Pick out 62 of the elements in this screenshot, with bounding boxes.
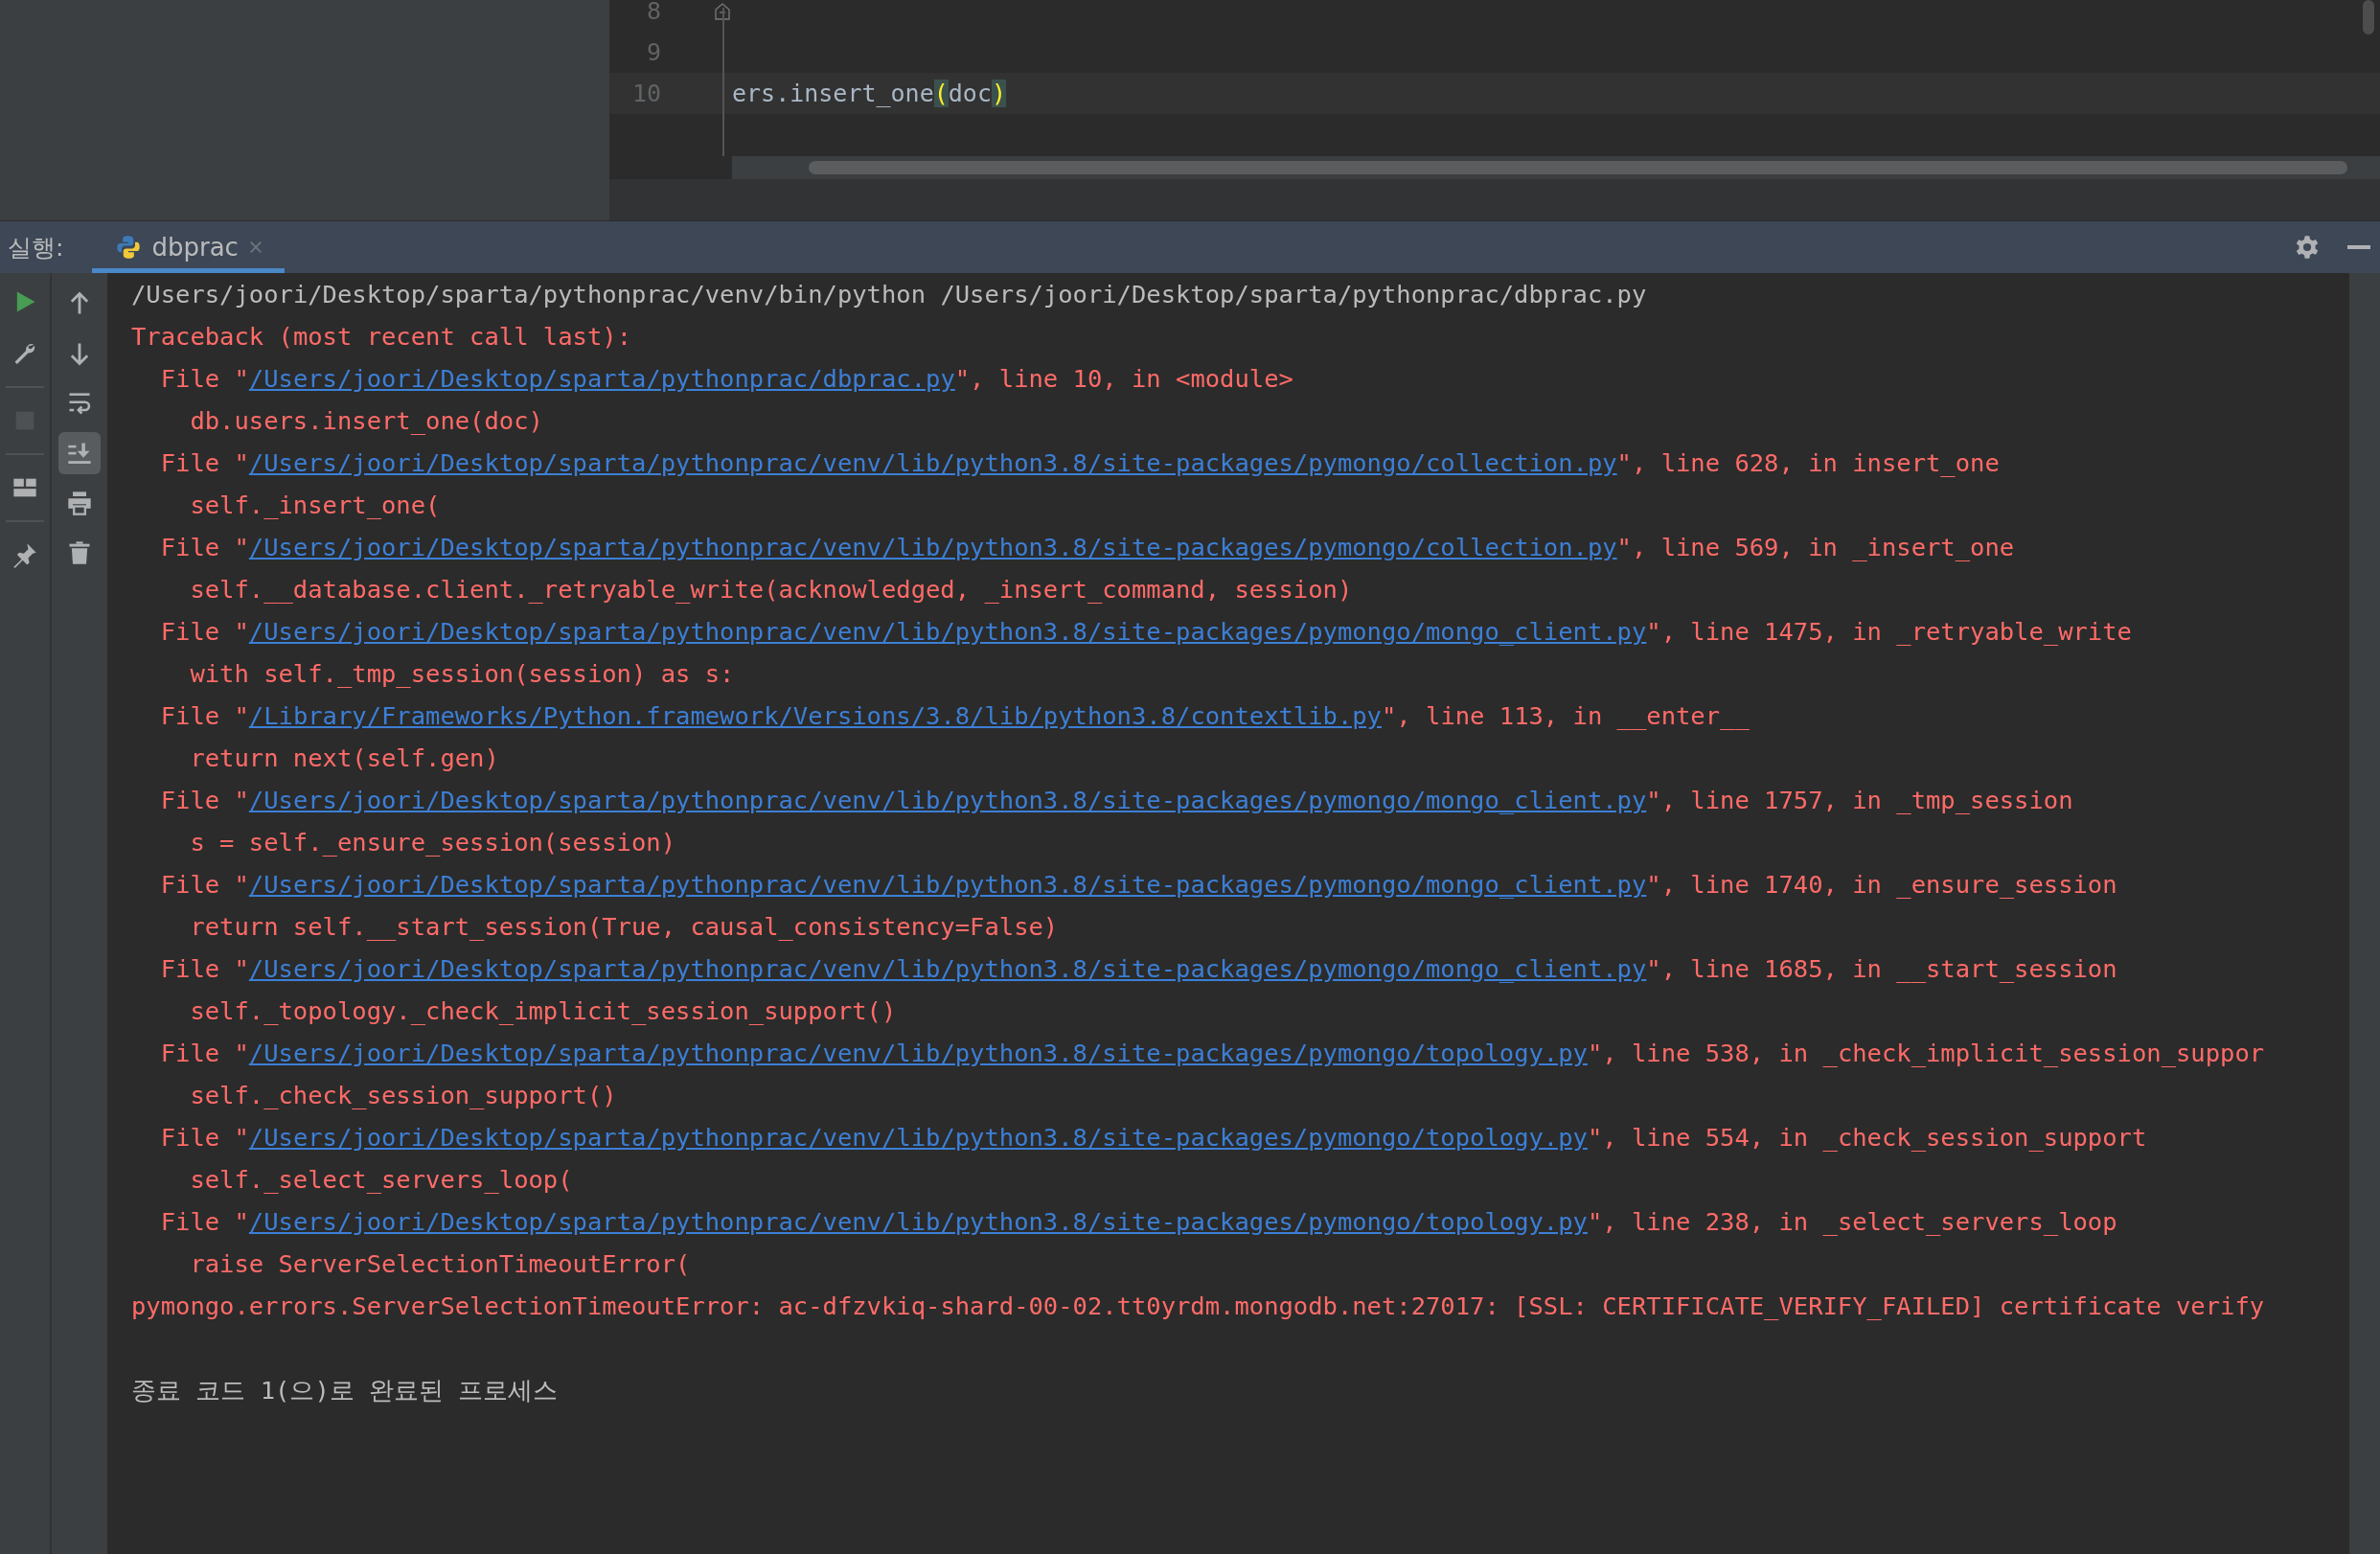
traceback-text: File " [160, 869, 249, 901]
traceback-text: File " [160, 1038, 249, 1069]
minimize-icon[interactable] [2347, 244, 2370, 250]
traceback-text: ", line 538, in _check_implicit_session_suppor [1587, 1038, 2265, 1069]
file-link[interactable]: /Users/joori/Desktop/sparta/pythonprac/venv/lib/python3.8/site-packages/pymongo/collection.py [248, 442, 1617, 484]
source-line: self._check_session_support() [189, 1080, 618, 1111]
traceback-text: ", line 569, in _insert_one [1616, 532, 2015, 563]
traceback-text: File " [160, 1122, 249, 1154]
file-link[interactable]: /Library/Frameworks/Python.framework/Versions/3.8/lib/python3.8/contextlib.py [248, 695, 1382, 737]
source-line: db.users.insert_one(doc) [189, 405, 544, 437]
traceback-text: ", line 10, in <module> [954, 363, 1293, 395]
settings-icon[interactable] [2294, 234, 2321, 261]
source-line: self._insert_one( [189, 490, 442, 521]
traceback-text: File " [160, 363, 249, 395]
source-line: return self.__start_session(True, causal_consistency=False) [189, 911, 1060, 943]
file-link[interactable]: /Users/joori/Desktop/sparta/pythonprac/venv/lib/python3.8/site-packages/pymongo/mongo_client.py [248, 610, 1647, 652]
command-line: /Users/joori/Desktop/sparta/pythonprac/venv/bin/python /Users/joori/Desktop/sparta/pythonprac/dbprac.py [131, 279, 1648, 310]
traceback-text: ", line 1475, in _retryable_write [1646, 616, 2132, 648]
traceback-text: File " [160, 700, 249, 732]
traceback-text: ", line 1757, in _tmp_session [1646, 785, 2073, 816]
python-icon [115, 234, 143, 261]
panel-label: 실행: [8, 232, 64, 263]
file-link[interactable]: /Users/joori/Desktop/sparta/pythonprac/venv/lib/python3.8/site-packages/pymongo/mongo_client.py [248, 863, 1647, 905]
source-line: self._topology._check_implicit_session_support() [189, 995, 898, 1027]
fold-marker-icon[interactable] [715, 2, 730, 20]
traceback-text: File " [160, 1206, 249, 1238]
error-line: Traceback (most recent call last): [131, 321, 632, 353]
source-line: self._select_servers_loop( [189, 1164, 574, 1196]
file-link[interactable]: /Users/joori/Desktop/sparta/pythonprac/venv/lib/python3.8/site-packages/pymongo/topology.py [248, 1032, 1588, 1074]
traceback-text: ", line 238, in _select_servers_loop [1587, 1206, 2117, 1238]
traceback-text: ", line 628, in insert_one [1616, 447, 2000, 479]
horizontal-scrollbar[interactable] [732, 156, 2380, 179]
traceback-text: ", line 1740, in _ensure_session [1646, 869, 2117, 901]
source-line: s = self._ensure_session(session) [189, 827, 677, 858]
vertical-scrollbar[interactable] [2363, 0, 2374, 34]
traceback-text: File " [160, 785, 249, 816]
file-link[interactable]: /Users/joori/Desktop/sparta/pythonprac/dbprac.py [248, 357, 955, 400]
line-number: 8 [645, 0, 661, 25]
code-line: ers.insert_one(doc) [732, 80, 1006, 107]
source-line: self.__database.client._retryable_write(acknowledged, _insert_command, session) [189, 574, 1354, 606]
line-number: 9 [645, 38, 661, 66]
traceback-text: ", line 1685, in __start_session [1646, 953, 2117, 985]
source-line: with self._tmp_session(session) as s: [189, 658, 736, 690]
file-link[interactable]: /Users/joori/Desktop/sparta/pythonprac/venv/lib/python3.8/site-packages/pymongo/mongo_client.py [248, 779, 1647, 821]
vertical-scrollbar[interactable] [2349, 273, 2380, 1554]
scroll-end-button[interactable] [58, 432, 101, 474]
source-line: raise ServerSelectionTimeoutError( [189, 1248, 692, 1280]
printer-icon [66, 490, 93, 516]
traceback-text: ", line 113, in __enter__ [1381, 700, 1750, 732]
exit-message: 종료 코드 1(으)로 완료된 프로세스 [131, 1375, 560, 1406]
traceback-text: File " [160, 532, 249, 563]
traceback-text: ", line 554, in _check_session_support [1587, 1122, 2147, 1154]
pin-icon[interactable] [11, 541, 38, 568]
file-link[interactable]: /Users/joori/Desktop/sparta/pythonprac/venv/lib/python3.8/site-packages/pymongo/topology.py [248, 1116, 1588, 1158]
traceback-text: File " [160, 447, 249, 479]
error-line: pymongo.errors.ServerSelectionTimeoutError: ac-dfzvkiq-shard-00-02.tt0yrdm.mongodb.net:27017: [SSL: CERTIFICATE_VERIFY_FAILED] certificate verify [131, 1291, 2266, 1322]
file-link[interactable]: /Users/joori/Desktop/sparta/pythonprac/venv/lib/python3.8/site-packages/pymongo/topology.py [248, 1200, 1588, 1243]
traceback-text: File " [160, 953, 249, 985]
source-line: return next(self.gen) [189, 743, 500, 774]
file-link[interactable]: /Users/joori/Desktop/sparta/pythonprac/venv/lib/python3.8/site-packages/pymongo/mongo_client.py [248, 948, 1647, 990]
traceback-text: File " [160, 616, 249, 648]
file-link[interactable]: /Users/joori/Desktop/sparta/pythonprac/venv/lib/python3.8/site-packages/pymongo/collection.py [248, 526, 1617, 568]
